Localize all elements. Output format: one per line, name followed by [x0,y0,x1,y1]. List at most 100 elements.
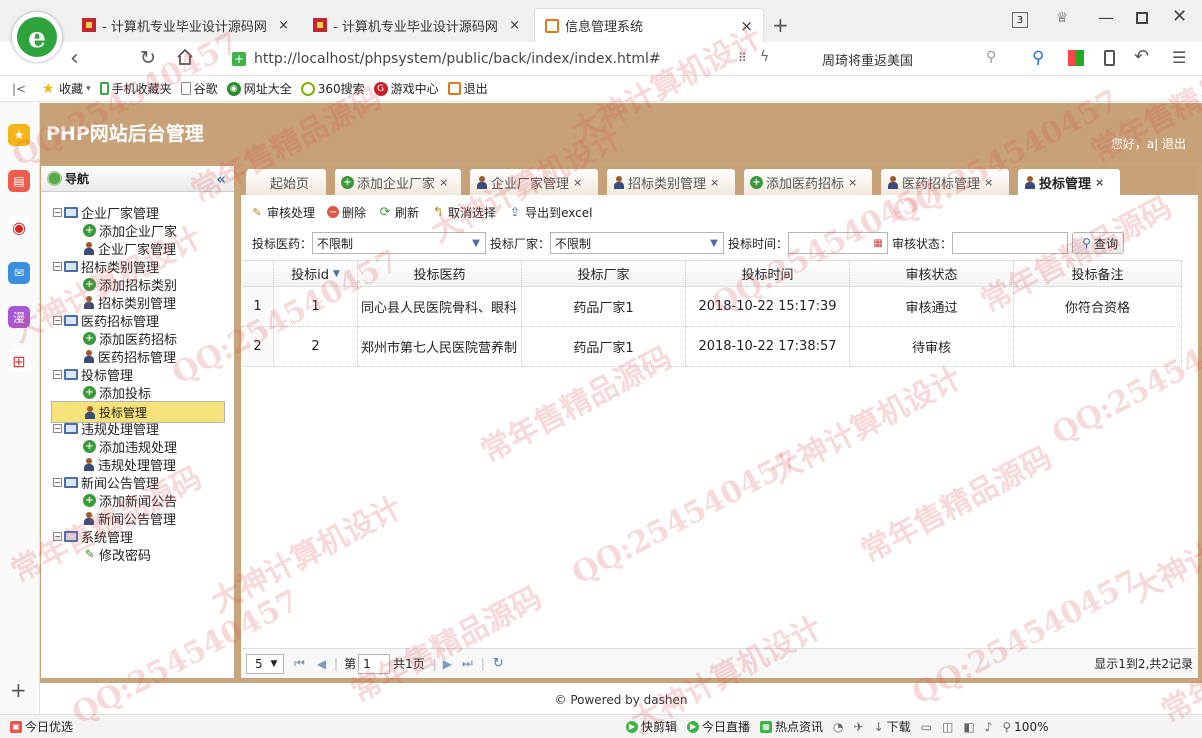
refresh-button[interactable]: ⟳ 刷新 [378,204,419,221]
reload-icon[interactable]: ↻ [140,47,156,69]
prev-page-icon[interactable]: ◀ [317,657,326,671]
page-tab[interactable]: 投标管理 × [1017,168,1121,195]
bookmark-favorites[interactable]: ★ 收藏 ▾ [40,80,91,97]
maximize-icon[interactable] [1136,12,1148,24]
expander-icon[interactable]: − [53,423,62,433]
add-panel-icon[interactable]: + [10,678,27,702]
status-news[interactable]: ▦ 热点资讯 [760,718,823,735]
table-row[interactable]: 1 1 同心县人民医院骨科、眼科 药品厂家1 2018-10-22 15:17:39 审核… [242,287,1182,327]
browser-logo[interactable]: e [12,12,62,62]
nav-group[interactable]: − 系统管理 [53,527,133,546]
delete-button[interactable]: − 删除 [327,204,366,221]
expander-icon[interactable]: − [53,261,62,271]
nav-group[interactable]: − 投标管理 [53,365,133,384]
column-header[interactable]: 投标医药 [358,261,522,287]
nav-item[interactable]: 违规处理管理 [83,455,176,474]
status-featured[interactable]: ▣ 今日优选 [10,718,73,735]
nav-item[interactable]: 企业厂家管理 [83,239,176,258]
expander-icon[interactable]: − [53,207,62,217]
expander-icon[interactable]: − [53,369,62,379]
nav-group[interactable]: − 招标类别管理 [53,257,159,276]
page-size-select[interactable]: 5 ▼ [246,653,284,674]
nav-item[interactable]: + 添加违规处理 [83,437,177,456]
home-icon[interactable] [176,48,194,65]
sidebar-toggle-icon[interactable]: |< [12,82,26,96]
tab-close-icon[interactable]: × [509,18,520,33]
bookmark-games[interactable]: G 游戏中心 [373,80,439,97]
status-speed-icon[interactable]: ◔ [833,720,843,734]
news-icon[interactable]: ▤ [8,170,30,192]
nav-item[interactable]: 新闻公告管理 [83,509,176,528]
nav-item[interactable]: ✎ 修改密码 [83,545,151,564]
magnifier-icon[interactable]: ⚲ [1032,48,1044,68]
status-zoom[interactable]: ⚲ 100% [1002,720,1048,734]
bookmark-google[interactable]: 谷歌 [180,80,218,97]
url-field[interactable]: + http://localhost/phpsystem/public/back… [232,48,732,70]
nav-group[interactable]: − 医药招标管理 [53,311,159,330]
gamepad-icon[interactable]: ⊞ [8,350,30,372]
expander-icon[interactable]: − [53,315,62,325]
expander-icon[interactable]: − [53,477,62,487]
first-page-icon[interactable]: ⏮ [294,656,305,671]
menu-icon[interactable]: ☰ [1172,48,1186,67]
tab-close-icon[interactable]: × [573,176,582,189]
nav-item[interactable]: + 添加投标 [83,383,151,402]
search-icon[interactable]: ⚲ [986,49,996,65]
undo-icon[interactable]: ↶ [1134,46,1149,67]
new-tab-button[interactable]: + [772,13,789,37]
page-tab[interactable]: 医药招标管理 × [880,168,1010,195]
drug-select[interactable]: 不限制 ▼ [312,232,487,254]
user-greeting[interactable]: 您好，a| 退出 [1111,135,1186,152]
export-excel-button[interactable]: ⇪ 导出到excel [508,204,592,221]
tab-close-icon[interactable]: × [848,176,857,189]
bookmark-logout[interactable]: 退出 [447,80,488,97]
nav-group[interactable]: − 企业厂家管理 [53,203,159,222]
cancel-select-button[interactable]: ↰ 取消选择 [431,204,496,221]
tab-close-icon[interactable]: × [984,176,993,189]
query-button[interactable]: ⚲ 查询 [1072,232,1125,254]
window-close-icon[interactable]: ✕ [1172,6,1187,27]
page-tab[interactable]: 招标类别管理 × [606,168,736,195]
nav-item[interactable]: 招标类别管理 [83,293,176,312]
browser-tab-3[interactable]: 信息管理系统 × [534,8,764,42]
page-tab[interactable]: + 添加企业厂家 × [334,168,462,195]
search-suggestion[interactable]: 周琦将重返美国 [822,50,913,69]
tab-close-icon[interactable]: × [278,18,289,33]
mail-icon[interactable]: ✉ [8,262,30,284]
last-page-icon[interactable]: ⏭ [462,656,473,671]
page-input[interactable]: 1 [358,653,391,674]
tab-close-icon[interactable]: × [740,17,753,35]
lightning-icon[interactable]: ϟ [760,49,769,65]
nav-item[interactable]: + 添加企业厂家 [83,221,177,240]
status-screenshot-icon[interactable]: ◧ [963,720,974,734]
status-input[interactable] [952,232,1069,254]
bookmark-360[interactable]: 360搜索 [300,80,365,97]
nav-item[interactable]: + 添加医药招标 [83,329,177,348]
review-button[interactable]: ✎ 审核处理 [250,204,315,221]
page-tab[interactable]: 起始页 [245,168,327,195]
grid-icon[interactable]: ⠿ [738,51,747,65]
browser-tab-1[interactable]: - 计算机专业毕业设计源码网 × [72,8,297,42]
status-live[interactable]: ▶ 今日直播 [687,718,750,735]
favorites-star-icon[interactable]: ★ [8,124,30,146]
column-header[interactable]: 投标备注 [1014,261,1182,287]
status-window-icon[interactable]: ▭ [921,720,932,734]
column-header[interactable]: 投标时间 [686,261,850,287]
nav-item[interactable]: 医药招标管理 [83,347,176,366]
status-download[interactable]: ↓ 下载 [874,718,911,735]
tab-close-icon[interactable]: × [439,176,448,189]
column-header[interactable]: 投标厂家 [522,261,686,287]
browser-tab-2[interactable]: - 计算机专业毕业设计源码网 × [303,8,528,42]
table-row[interactable]: 2 2 郑州市第七人民医院营养制 药品厂家1 2018-10-22 17:38:57 待审… [242,327,1182,367]
shirt-icon[interactable]: ♕ [1056,10,1069,26]
status-pin-icon[interactable]: ✈ [854,720,864,734]
calendar-icon[interactable]: ▦ [871,235,885,251]
nav-group[interactable]: − 违规处理管理 [53,419,159,438]
nav-item[interactable]: + 添加招标类别 [83,275,177,294]
comic-icon[interactable]: 漫 [8,306,30,328]
nav-item[interactable]: + 添加新闻公告 [83,491,177,510]
phone-icon[interactable] [1104,50,1115,66]
page-tab[interactable]: + 添加医药招标 × [743,168,873,195]
status-quickcut[interactable]: ▶ 快剪辑 [626,718,677,735]
status-layout-icon[interactable]: ◫ [942,720,953,734]
